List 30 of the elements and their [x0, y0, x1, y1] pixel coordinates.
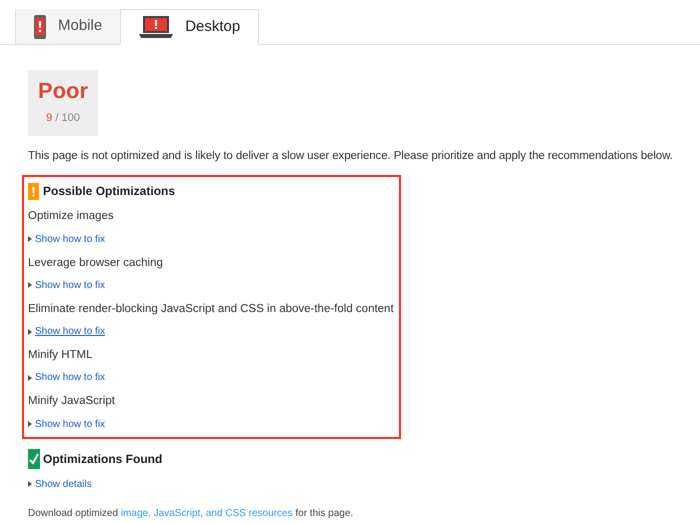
optimization-title: Optimize images	[28, 209, 115, 224]
section-title: Possible Optimizations	[43, 183, 176, 200]
laptop-icon	[139, 16, 174, 38]
check-icon	[28, 448, 40, 468]
show-details-link[interactable]: Show details	[35, 476, 92, 492]
summary-text: This page is not optimized and is likely to deliver a slow user experience. Please prioritize and apply the recommendations below.	[28, 149, 674, 164]
caret-icon	[28, 374, 32, 381]
warning-icon	[28, 182, 39, 200]
phone-icon	[34, 14, 46, 38]
show-how-to-fix-link[interactable]: Show how to fix	[35, 370, 106, 386]
show-how-to-fix-link[interactable]: Show how to fix	[35, 232, 106, 246]
score-rating: Poor	[38, 80, 88, 102]
show-how-to-fix-link[interactable]: Show how to fix	[35, 324, 106, 339]
tab[interactable]: Desktop	[120, 9, 260, 45]
optimization-title: Eliminate render-blocking JavaScript and CSS in above-the-fold content	[28, 302, 395, 317]
tab[interactable]: Mobile	[15, 9, 120, 44]
score-max: / 100	[55, 112, 80, 124]
optimization-title: Leverage browser caching	[28, 256, 164, 270]
show-how-to-fix-link[interactable]: Show how to fix	[35, 416, 106, 432]
download-text: Download optimized image, JavaScript, and CSS resources for this page.	[28, 506, 354, 520]
caret-icon	[28, 282, 32, 288]
score-value: 9	[46, 112, 52, 124]
caret-icon	[28, 481, 32, 487]
optimization-title: Minify HTML	[28, 348, 94, 363]
show-how-to-fix-link[interactable]: Show how to fix	[35, 278, 106, 293]
section-title: Optimizations Found	[43, 450, 162, 468]
caret-icon	[28, 328, 32, 334]
optimization-title: Minify JavaScript	[28, 394, 116, 410]
caret-icon	[28, 421, 32, 427]
caret-icon	[28, 236, 32, 242]
